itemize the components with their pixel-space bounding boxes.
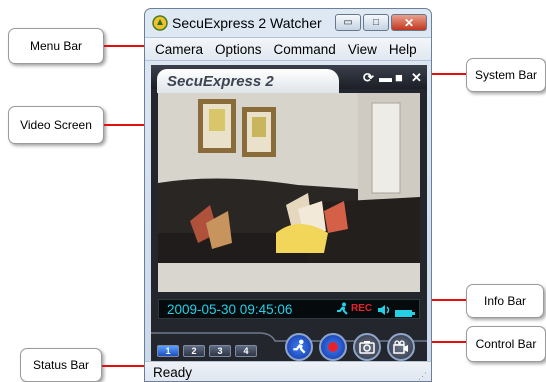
minimize-icon: ▭ xyxy=(343,17,353,28)
callout-status-bar-label: Status Bar xyxy=(32,358,90,372)
restore-icon[interactable]: ■ xyxy=(395,70,403,85)
menu-options[interactable]: Options xyxy=(209,42,268,57)
callout-system-bar: System Bar xyxy=(466,58,546,92)
info-bar: 2009-05-30 09:45:06 REC xyxy=(158,299,420,319)
close-icon[interactable]: ✕ xyxy=(411,70,422,86)
menu-bar: Camera Options Command View Help xyxy=(145,37,431,61)
system-bar: SecuExpress 2 ⟳ ▬ ■ ✕ xyxy=(151,65,427,93)
info-datetime: 2009-05-30 09:45:06 xyxy=(167,302,293,317)
app-icon xyxy=(152,15,168,31)
callout-control-bar: Control Bar xyxy=(466,326,546,362)
status-bar: Ready ⋰ xyxy=(145,361,431,381)
menu-help[interactable]: Help xyxy=(383,42,423,57)
camera-tab-3-label: 3 xyxy=(217,346,223,356)
camera-icon xyxy=(359,341,375,354)
menu-command[interactable]: Command xyxy=(268,42,342,57)
video-frame-image xyxy=(158,93,420,292)
record-button[interactable] xyxy=(319,333,347,361)
video-camera-icon xyxy=(393,340,408,354)
camera-tab-4-label: 4 xyxy=(243,346,249,356)
motion-detect-button[interactable] xyxy=(285,333,313,361)
viewer-panel: SecuExpress 2 ⟳ ▬ ■ ✕ 2009-05-30 09:45:0… xyxy=(151,65,427,361)
camera-tab-3[interactable]: 3 xyxy=(209,345,231,357)
video-button[interactable] xyxy=(387,333,415,361)
record-icon xyxy=(328,342,338,352)
motion-icon xyxy=(335,302,349,321)
callout-video-screen: Video Screen xyxy=(8,106,104,144)
camera-tab-1[interactable]: 1 xyxy=(157,345,179,357)
status-text: Ready xyxy=(153,365,193,380)
camera-tab-1-label: 1 xyxy=(165,346,171,356)
callout-control-bar-label: Control Bar xyxy=(475,337,537,351)
callout-info-bar-label: Info Bar xyxy=(483,294,527,308)
refresh-icon[interactable]: ⟳ xyxy=(363,70,374,86)
rec-indicator: REC xyxy=(351,303,373,314)
window-title: SecuExpress 2 Watcher xyxy=(172,15,322,31)
callout-menu-bar-label: Menu Bar xyxy=(29,39,83,53)
system-bar-title: SecuExpress 2 xyxy=(167,73,274,90)
maximize-icon: □ xyxy=(372,17,380,28)
minimize-icon[interactable]: ▬ xyxy=(379,70,392,85)
callout-system-bar-label: System Bar xyxy=(474,68,537,82)
snapshot-button[interactable] xyxy=(353,333,381,361)
close-icon: ✕ xyxy=(403,15,415,30)
window-minimize-button[interactable]: ▭ xyxy=(335,14,361,31)
menu-view[interactable]: View xyxy=(342,42,383,57)
window-maximize-button[interactable]: □ xyxy=(363,14,389,31)
camera-tab-2-label: 2 xyxy=(191,346,197,356)
callout-menu-bar: Menu Bar xyxy=(8,28,104,64)
callout-info-bar: Info Bar xyxy=(466,284,544,318)
app-window: SecuExpress 2 Watcher ▭ □ ✕ Camera Optio… xyxy=(144,8,432,382)
camera-tab-2[interactable]: 2 xyxy=(183,345,205,357)
title-bar[interactable]: SecuExpress 2 Watcher ▭ □ ✕ xyxy=(145,9,431,37)
callout-status-bar: Status Bar xyxy=(20,348,102,382)
speaker-icon xyxy=(377,303,393,321)
resize-grip-icon[interactable]: ⋰ xyxy=(418,371,427,381)
menu-camera[interactable]: Camera xyxy=(145,42,209,57)
control-bar: 1 2 3 4 xyxy=(151,327,427,361)
video-screen[interactable] xyxy=(158,93,420,292)
callout-video-screen-label: Video Screen xyxy=(20,118,92,132)
motion-detect-icon xyxy=(293,339,306,354)
camera-tab-4[interactable]: 4 xyxy=(235,345,257,357)
system-bar-tab: SecuExpress 2 xyxy=(157,69,339,93)
window-close-button[interactable]: ✕ xyxy=(391,14,427,31)
battery-icon xyxy=(395,305,415,323)
